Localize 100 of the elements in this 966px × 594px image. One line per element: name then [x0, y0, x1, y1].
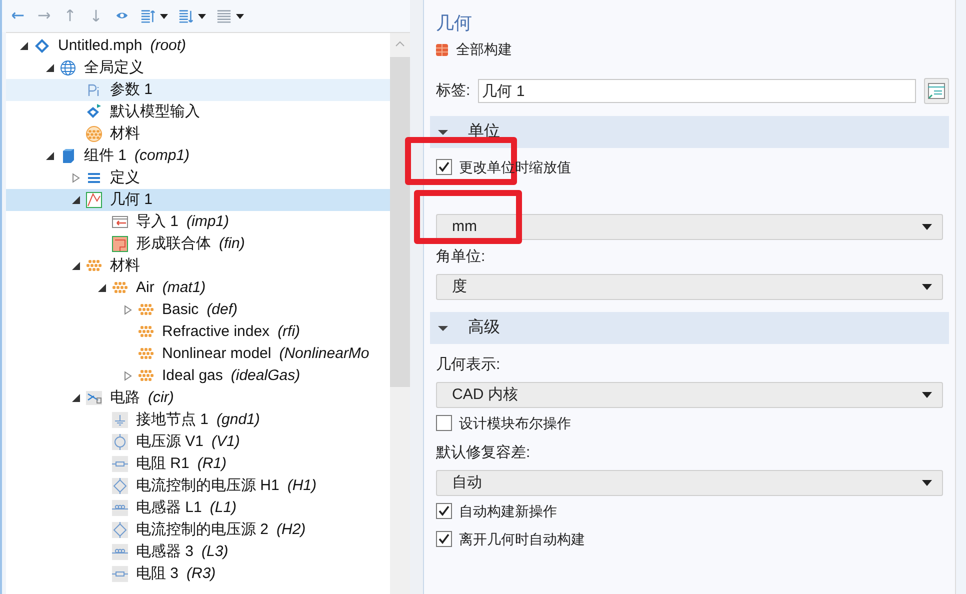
material-ball-icon — [86, 126, 102, 142]
tree-item[interactable]: 电流控制的电压源 2 (H2) — [6, 519, 390, 541]
inductor-icon — [112, 544, 128, 560]
tree-item-name: 电感器 3 — [136, 542, 194, 562]
material-icon — [138, 346, 154, 362]
list-up-icon — [140, 8, 156, 24]
tree-item[interactable]: 电阻 R1 (R1) — [6, 453, 390, 475]
expanded-caret-icon[interactable] — [72, 195, 81, 205]
tree-item[interactable]: Nonlinear model (NonlinearMo — [6, 343, 390, 365]
collapsed-caret-icon[interactable] — [124, 305, 133, 315]
tree-item[interactable]: Air (mat1) — [6, 277, 390, 299]
tree-item[interactable]: 材料 — [6, 123, 390, 145]
checkmark-icon — [438, 505, 450, 517]
tree-item-tag: (H2) — [276, 518, 306, 542]
expanded-caret-icon — [438, 323, 448, 333]
tree-item[interactable]: 材料 — [6, 255, 390, 277]
tree-item[interactable]: 电路 (cir) — [6, 387, 390, 409]
circuit-icon — [86, 390, 102, 406]
controlled-source-icon — [112, 478, 128, 494]
tree-item-tag: (R1) — [197, 452, 227, 476]
tree-item[interactable]: Basic (def) — [6, 299, 390, 321]
tree-item-tag: (L1) — [210, 496, 237, 520]
tree-item[interactable]: 电流控制的电压源 H1 (H1) — [6, 475, 390, 497]
tree-item-name: 定义 — [110, 168, 140, 188]
dropdown-caret-icon — [922, 392, 932, 398]
dropdown[interactable]: CAD 内核 — [436, 382, 943, 408]
resistor-icon — [112, 456, 128, 472]
tree-item-name: 导入 1 — [136, 212, 179, 232]
scrollbar[interactable] — [390, 33, 410, 594]
tree-item-tag: (NonlinearMo — [279, 342, 370, 366]
tree-item-tag: (R3) — [186, 562, 216, 586]
tree-item[interactable]: 导入 1 (imp1) — [6, 211, 390, 233]
tree-item[interactable]: 默认模型输入 — [6, 101, 390, 123]
tree-item[interactable]: 组件 1 (comp1) — [6, 145, 390, 167]
tree-item-name: Ideal gas — [162, 366, 223, 386]
expanded-caret-icon[interactable] — [98, 283, 107, 293]
cube-icon — [60, 148, 76, 164]
tree-item-tag: (root) — [150, 34, 186, 58]
tree-item-name: 电阻 3 — [136, 564, 179, 584]
inductor-icon — [112, 500, 128, 516]
build-all-button[interactable]: 全部构建 — [436, 39, 512, 60]
tree-item-name: 电流控制的电压源 2 — [136, 520, 269, 540]
checkbox[interactable] — [436, 415, 452, 431]
tree-item[interactable]: 接地节点 1 (gnd1) — [6, 409, 390, 431]
tree-item[interactable]: 电压源 V1 (V1) — [6, 431, 390, 453]
expanded-caret-icon[interactable] — [72, 393, 81, 403]
tree-item[interactable]: Refractive index (rfi) — [6, 321, 390, 343]
tree-item-name: 电感器 L1 — [136, 498, 202, 518]
tree-item[interactable]: Untitled.mph (root) — [6, 35, 390, 57]
panel-title: 几何 — [436, 12, 472, 35]
scrollbar-thumb[interactable] — [390, 57, 410, 387]
checkmark-icon — [438, 533, 450, 545]
tree-item[interactable]: 电感器 L1 (L1) — [6, 497, 390, 519]
expanded-caret-icon[interactable] — [72, 261, 81, 271]
geometry-icon — [86, 192, 102, 208]
tree-item[interactable]: 形成联合体 (fin) — [6, 233, 390, 255]
tree-item[interactable]: 电阻 3 (R3) — [6, 563, 390, 585]
tree-item-name: 全局定义 — [84, 58, 144, 78]
expanded-caret-icon[interactable] — [20, 41, 29, 51]
tree-item[interactable]: 全局定义 — [6, 57, 390, 79]
expanded-caret-icon[interactable] — [46, 151, 55, 161]
tree-item-tag: (def) — [206, 298, 238, 322]
tree-item[interactable]: Ideal gas (idealGas) — [6, 365, 390, 387]
checkbox[interactable] — [436, 503, 452, 519]
import-icon — [112, 214, 128, 230]
expanded-caret-icon — [438, 127, 448, 137]
material-icon — [112, 280, 128, 296]
tree-item-tag: (comp1) — [134, 144, 190, 168]
dropdown[interactable]: mm — [436, 214, 943, 240]
tree-item-name: 材料 — [110, 256, 140, 276]
panel-splitter[interactable] — [410, 0, 424, 594]
dropdown[interactable]: 自动 — [436, 470, 943, 496]
collapsed-caret-icon[interactable] — [124, 371, 133, 381]
checkbox[interactable] — [436, 531, 452, 547]
tree-item[interactable]: 几何 1 — [6, 189, 390, 211]
material-icon — [138, 324, 154, 340]
tree-item-tag: (gnd1) — [216, 408, 260, 432]
checkbox-label: 自动构建新操作 — [459, 502, 557, 520]
checkbox-label: 设计模块布尔操作 — [459, 414, 571, 432]
dropdown-caret-icon — [236, 14, 244, 18]
tree-item-name: 组件 1 — [84, 146, 127, 166]
tree-item-name: 参数 1 — [110, 80, 153, 100]
tree-item-tag: (idealGas) — [230, 364, 300, 388]
expanded-caret-icon[interactable] — [46, 63, 55, 73]
label-input-field[interactable]: 几何 1 — [478, 79, 916, 103]
tree-item-tag: (fin) — [219, 232, 245, 256]
tree-item[interactable]: 定义 — [6, 167, 390, 189]
tree-item-name: 电路 — [110, 388, 140, 408]
collapsed-caret-icon[interactable] — [72, 173, 81, 183]
tree-item[interactable]: 电感器 3 (L3) — [6, 541, 390, 563]
checkbox[interactable] — [436, 159, 452, 175]
dropdown-caret-icon — [198, 14, 206, 18]
section-header[interactable]: 单位 — [430, 116, 949, 148]
dropdown[interactable]: 度 — [436, 274, 943, 300]
section-header[interactable]: 高级 — [430, 312, 949, 344]
note-button[interactable] — [924, 78, 949, 104]
tree-item-name: Refractive index — [162, 322, 270, 342]
grid-icon — [436, 44, 448, 56]
tree-item[interactable]: 参数 1 — [6, 79, 390, 101]
tree-item-name: 接地节点 1 — [136, 410, 209, 430]
